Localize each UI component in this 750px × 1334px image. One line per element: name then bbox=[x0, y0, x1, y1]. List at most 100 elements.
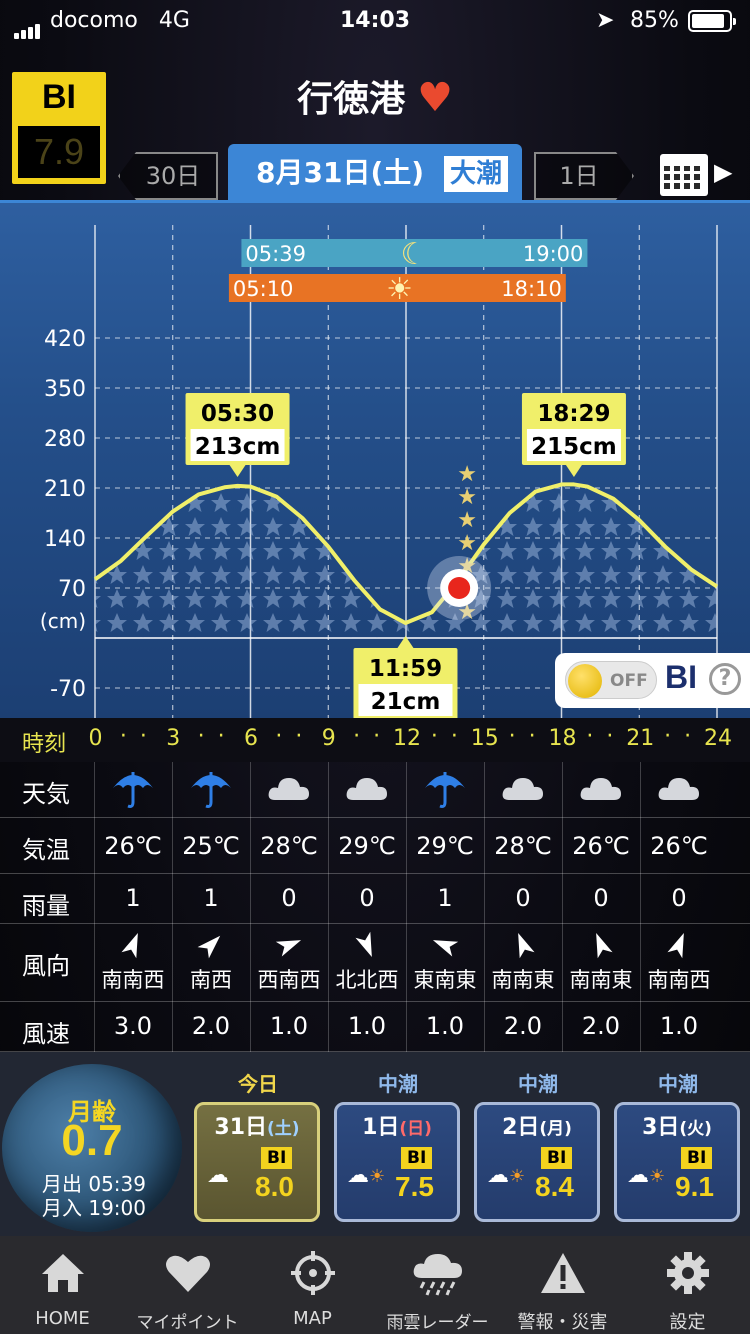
wind-arrow-icon bbox=[328, 930, 406, 964]
temp-value: 28℃ bbox=[494, 832, 552, 860]
wind-direction-cell: 東南東 bbox=[406, 930, 484, 994]
wind-direction-label: 南南西 bbox=[647, 968, 711, 992]
axis-dots: · · bbox=[275, 724, 306, 749]
tab-rain-cloud[interactable]: 雨雲レーダー bbox=[375, 1236, 500, 1334]
day-date: 31日(土) bbox=[214, 1115, 300, 1140]
temp-value: 26℃ bbox=[650, 832, 708, 860]
day-forecast: 中潮 1日(日) ☁☀ BI 7.5 bbox=[334, 1068, 462, 1228]
tab-label: HOME bbox=[35, 1308, 90, 1329]
weather-icon: ☁☀ bbox=[347, 1163, 386, 1188]
switch-knob bbox=[568, 664, 602, 698]
bi-switch[interactable]: OFF bbox=[565, 661, 657, 699]
wind-speed-value: 1.0 bbox=[347, 1012, 387, 1040]
battery-percent: 85% bbox=[630, 8, 679, 33]
crescent-moon-icon: ☾ bbox=[401, 237, 428, 272]
day-date: 2日(月) bbox=[502, 1115, 572, 1140]
tide-callout-height: 21cm bbox=[371, 689, 441, 715]
day-date: 1日(日) bbox=[362, 1115, 432, 1140]
temp-value: 26℃ bbox=[104, 832, 162, 860]
weather-row-wind-speed: 風速 3.0 2.0 1.0 1.0 1.0 2.0 2.0 1.0 bbox=[0, 1002, 750, 1052]
home-icon bbox=[0, 1250, 125, 1300]
wind-speed-value: 1.0 bbox=[425, 1012, 465, 1040]
tab-label: 雨雲レーダー bbox=[386, 1313, 489, 1333]
wind-arrow-icon bbox=[172, 930, 250, 964]
tab-warning[interactable]: 警報・災害 bbox=[500, 1236, 625, 1334]
switch-state: OFF bbox=[610, 671, 648, 691]
help-icon[interactable]: ? bbox=[709, 663, 741, 695]
wind-direction-cell: 南南西 bbox=[640, 930, 718, 994]
axis-dots: · · bbox=[430, 724, 461, 749]
moon-rise-time: 05:39 bbox=[245, 242, 306, 266]
x-tick-label: 24 bbox=[704, 726, 732, 751]
bi-star-icon: ★ bbox=[457, 508, 477, 533]
weather-row-weather: 天気 bbox=[0, 762, 750, 818]
calendar-icon bbox=[660, 154, 708, 196]
calendar-button[interactable]: ▶ bbox=[660, 148, 732, 198]
sun-rise-time: 05:10 bbox=[233, 277, 294, 301]
umbrella-icon bbox=[172, 768, 250, 816]
wind-direction-label: 南南東 bbox=[491, 968, 555, 992]
day-bi-value: 8.4 bbox=[535, 1171, 574, 1202]
heart-icon bbox=[125, 1250, 250, 1300]
temp-value: 25℃ bbox=[182, 832, 240, 860]
tab-label: 警報・災害 bbox=[517, 1312, 608, 1333]
wind-direction-label: 南西 bbox=[190, 968, 232, 992]
tab-heart[interactable]: マイポイント bbox=[125, 1236, 250, 1334]
wind-speed-value: 1.0 bbox=[269, 1012, 309, 1040]
wind-direction-cell: 南南西 bbox=[94, 930, 172, 994]
day-forecast: 今日 31日(土) ☁ BI 8.0 bbox=[194, 1068, 322, 1228]
day-date: 3日(火) bbox=[642, 1115, 712, 1140]
moon-image: 月齢 0.7 月出 05:39 月入 19:00 bbox=[2, 1064, 182, 1232]
day-tide-label: 中潮 bbox=[378, 1072, 418, 1096]
row-label: 天気 bbox=[22, 780, 70, 808]
tab-home[interactable]: HOME bbox=[0, 1236, 125, 1334]
tab-gear[interactable]: 設定 bbox=[625, 1236, 750, 1334]
day-forecast: 中潮 2日(月) ☁☀ BI 8.4 bbox=[474, 1068, 602, 1228]
day-bi-value: 9.1 bbox=[675, 1171, 714, 1202]
day-card[interactable]: 1日(日) ☁☀ BI 7.5 bbox=[334, 1102, 460, 1222]
y-tick-label: 420 bbox=[44, 327, 86, 352]
day-bi-label: BI bbox=[261, 1147, 293, 1169]
y-tick-label: 210 bbox=[44, 477, 86, 502]
favorite-heart-icon[interactable]: ♥ bbox=[417, 75, 453, 121]
row-label: 雨量 bbox=[22, 892, 70, 920]
tide-callout-height: 215cm bbox=[531, 434, 617, 460]
weather-row-wind-dir: 風向 南南西 南西 西南西 北北西 東南東 南南東 南南東 南南西 bbox=[0, 924, 750, 1002]
wind-direction-label: 南南西 bbox=[101, 968, 165, 992]
rain-value: 0 bbox=[593, 884, 609, 912]
day-card[interactable]: 2日(月) ☁☀ BI 8.4 bbox=[474, 1102, 600, 1222]
temp-value: 29℃ bbox=[416, 832, 474, 860]
temp-value: 29℃ bbox=[338, 832, 396, 860]
wind-direction-label: 南南東 bbox=[569, 968, 633, 992]
x-tick-label: 6 bbox=[244, 726, 258, 751]
wind-arrow-icon bbox=[406, 930, 484, 964]
sun-set-time: 18:10 bbox=[501, 277, 562, 301]
day-card[interactable]: 31日(土) ☁ BI 8.0 bbox=[194, 1102, 320, 1222]
prev-day-button[interactable]: 30日 bbox=[118, 152, 218, 200]
rain-cloud-icon bbox=[375, 1250, 500, 1300]
bi-toggle[interactable]: OFF BI ? bbox=[555, 653, 750, 708]
bi-star-icon: ★ bbox=[457, 485, 477, 510]
next-day-button[interactable]: 1日 bbox=[534, 152, 634, 200]
x-tick-label: 0 bbox=[88, 726, 103, 751]
temp-value: 28℃ bbox=[260, 832, 318, 860]
cloud-icon bbox=[328, 768, 406, 816]
bi-star-icon: ★ bbox=[457, 531, 477, 556]
day-card[interactable]: 3日(火) ☁☀ BI 9.1 bbox=[614, 1102, 740, 1222]
tide-chart[interactable]: 42035028021014070-70(cm)★★★★★★★05:30213c… bbox=[0, 200, 750, 721]
day-forecast: 中潮 3日(火) ☁☀ BI 9.1 bbox=[614, 1068, 742, 1228]
wind-direction-cell: 北北西 bbox=[328, 930, 406, 994]
current-marker-dot bbox=[448, 577, 471, 599]
day-tide-label: 中潮 bbox=[518, 1072, 558, 1096]
y-tick-label: 350 bbox=[44, 377, 86, 402]
tab-crosshair[interactable]: MAP bbox=[250, 1236, 375, 1334]
wind-direction-label: 西南西 bbox=[257, 968, 321, 992]
wind-direction-label: 北北西 bbox=[335, 968, 399, 992]
day-bi-value: 8.0 bbox=[255, 1171, 294, 1202]
day-bi-label: BI bbox=[681, 1147, 713, 1169]
y-tick-label: -70 bbox=[50, 677, 86, 702]
wind-arrow-icon bbox=[484, 930, 562, 964]
wind-speed-value: 3.0 bbox=[113, 1012, 153, 1040]
tide-callout-time: 05:30 bbox=[201, 401, 274, 427]
x-tick-label: 18 bbox=[548, 726, 577, 751]
